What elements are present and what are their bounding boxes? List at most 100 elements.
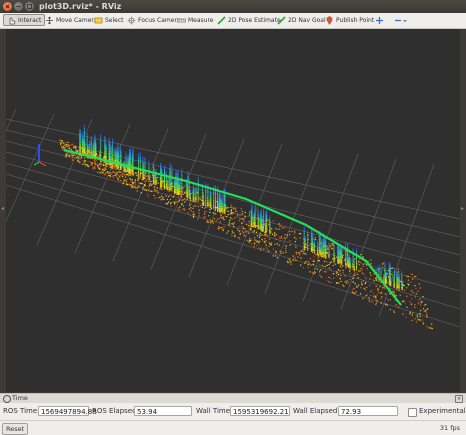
cloud-point xyxy=(175,190,177,192)
cloud-point xyxy=(195,205,197,207)
cloud-point xyxy=(250,208,252,210)
cloud-point xyxy=(289,231,291,233)
cloud-point xyxy=(330,261,332,263)
cloud-point xyxy=(84,142,86,144)
tool-measure[interactable]: Measure xyxy=(177,14,214,26)
cloud-point xyxy=(197,200,199,202)
cloud-point xyxy=(321,269,323,271)
cloud-point xyxy=(313,250,315,252)
panel-close-button[interactable]: × xyxy=(455,395,463,403)
cloud-point xyxy=(398,307,400,309)
cloud-point xyxy=(197,186,199,188)
cloud-point xyxy=(292,255,294,257)
tool-select[interactable]: Select xyxy=(94,14,124,26)
cloud-point xyxy=(232,208,234,210)
cloud-point xyxy=(220,217,222,219)
cloud-point xyxy=(311,229,312,232)
ros-time-field[interactable]: 1569497894.88 xyxy=(38,406,97,416)
cloud-point xyxy=(295,259,297,262)
cloud-point xyxy=(122,183,124,185)
cloud-point xyxy=(195,187,197,189)
cloud-point xyxy=(115,154,117,156)
cloud-point xyxy=(388,284,390,286)
experimental-checkbox[interactable] xyxy=(408,408,417,417)
tool-interact[interactable]: Interact xyxy=(3,14,46,26)
cloud-point xyxy=(175,172,177,174)
cloud-point xyxy=(304,242,306,244)
3d-render-viewport[interactable] xyxy=(6,29,460,392)
cloud-point xyxy=(265,220,267,223)
cloud-point xyxy=(330,282,332,284)
cloud-point xyxy=(356,265,357,268)
cloud-point xyxy=(79,135,81,137)
cloud-point xyxy=(310,246,312,249)
cloud-point xyxy=(109,143,111,145)
cloud-point xyxy=(313,252,316,254)
cloud-point xyxy=(285,245,287,247)
cloud-point xyxy=(321,264,323,267)
cloud-point xyxy=(108,155,110,157)
wall-time-field[interactable]: 1595319692.21 xyxy=(230,406,290,416)
cloud-point xyxy=(221,201,222,203)
cloud-point xyxy=(115,165,117,167)
tool-remove-dropdown[interactable] xyxy=(394,14,407,26)
cloud-point xyxy=(231,218,233,220)
cloud-point xyxy=(130,162,132,164)
cloud-point xyxy=(86,147,88,150)
cloud-point xyxy=(105,144,107,146)
cloud-point xyxy=(373,273,375,275)
cloud-point xyxy=(77,159,79,162)
cloud-point xyxy=(192,192,194,194)
cloud-point xyxy=(366,294,368,296)
cloud-point xyxy=(254,214,256,216)
cloud-point xyxy=(239,214,241,216)
cloud-point xyxy=(217,218,219,220)
window-minimize-button[interactable] xyxy=(14,2,23,11)
window-maximize-button[interactable] xyxy=(25,2,34,11)
tool-add-button[interactable] xyxy=(375,14,384,26)
tool-2d-nav-goal[interactable]: 2D Nav Goal xyxy=(277,14,326,26)
cloud-point xyxy=(171,181,173,183)
cloud-point xyxy=(382,287,384,289)
reset-button[interactable]: Reset xyxy=(2,423,29,435)
wall-elapsed-field[interactable]: 72.93 xyxy=(338,406,398,416)
cloud-point xyxy=(171,202,173,204)
cloud-point xyxy=(228,224,230,226)
cloud-point xyxy=(340,247,342,249)
cloud-point xyxy=(401,283,403,285)
cloud-point xyxy=(193,205,195,207)
tool-move-camera[interactable]: Move Camera xyxy=(45,14,98,26)
tool-focus-camera[interactable]: Focus Camera xyxy=(127,14,181,26)
cloud-point xyxy=(389,264,391,267)
cloud-point xyxy=(311,234,312,236)
cloud-point xyxy=(356,251,357,253)
cloud-point xyxy=(393,286,395,288)
cloud-point xyxy=(131,180,133,182)
cloud-point xyxy=(317,254,319,256)
cloud-point xyxy=(143,163,145,166)
cloud-point xyxy=(120,151,122,153)
cloud-point xyxy=(67,147,69,149)
cloud-point xyxy=(194,189,196,192)
cloud-point xyxy=(226,216,228,218)
cloud-point xyxy=(112,138,114,140)
right-dock-handle[interactable]: ▸ xyxy=(461,205,465,212)
cloud-point xyxy=(389,309,391,311)
left-dock-handle[interactable]: ◂ xyxy=(1,205,5,212)
cloud-point xyxy=(315,253,317,256)
tool-publish-point[interactable]: Publish Point xyxy=(325,14,374,26)
cloud-point xyxy=(262,220,263,222)
cloud-point xyxy=(110,159,112,161)
cloud-point xyxy=(188,190,190,193)
window-close-button[interactable] xyxy=(3,2,12,11)
cloud-point xyxy=(73,146,75,148)
cloud-point xyxy=(294,257,296,259)
cloud-point xyxy=(388,281,390,283)
cloud-point xyxy=(119,171,121,173)
cloud-point xyxy=(396,286,398,288)
tool-2d-pose-estimate[interactable]: 2D Pose Estimate xyxy=(217,14,281,26)
ros-elapsed-field[interactable]: 53.94 xyxy=(134,406,192,416)
cloud-point xyxy=(291,230,293,233)
cloud-point xyxy=(342,272,344,274)
point-cloud-scene[interactable] xyxy=(6,29,460,392)
